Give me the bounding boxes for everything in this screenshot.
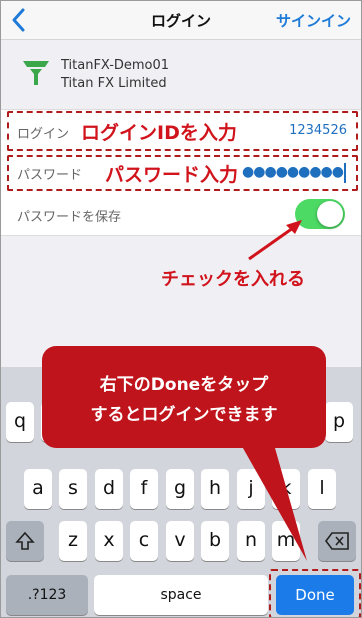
toggle-knob	[317, 201, 343, 227]
key-a[interactable]: a	[24, 469, 52, 509]
account-company: Titan FX Limited	[61, 76, 167, 91]
key-x[interactable]: x	[95, 521, 123, 561]
save-password-toggle[interactable]	[295, 199, 345, 229]
save-password-row: パスワードを保存	[1, 193, 361, 236]
backspace-icon	[325, 532, 349, 550]
login-highlight-box	[7, 111, 358, 151]
key-l[interactable]: l	[308, 469, 336, 509]
key-f[interactable]: f	[130, 469, 158, 509]
backspace-key[interactable]	[318, 521, 356, 561]
titan-logo-icon	[23, 61, 49, 85]
save-password-label: パスワードを保存	[17, 210, 122, 225]
key-d[interactable]: d	[95, 469, 123, 509]
key-q[interactable]: q	[6, 402, 34, 442]
password-highlight-box	[7, 155, 358, 191]
callout-line-1: 右下のDoneをタップ	[99, 375, 269, 395]
account-info: TitanFX-Demo01 Titan FX Limited	[1, 40, 361, 105]
space-key[interactable]: space	[94, 575, 268, 615]
key-k[interactable]: k	[272, 469, 300, 509]
check-hint-annotation: チェックを入れる	[161, 269, 305, 290]
signin-button[interactable]: サインイン	[276, 10, 351, 31]
key-b[interactable]: b	[201, 521, 229, 561]
key-h[interactable]: h	[201, 469, 229, 509]
account-name: TitanFX-Demo01	[61, 58, 170, 73]
key-g[interactable]: g	[166, 469, 194, 509]
done-highlight-box	[269, 569, 361, 617]
key-p[interactable]: p	[325, 402, 353, 442]
callout-line-2: するとログインできます	[90, 405, 278, 425]
key-v[interactable]: v	[166, 521, 194, 561]
numbers-key[interactable]: .?123	[6, 575, 88, 615]
key-z[interactable]: z	[59, 521, 87, 561]
key-c[interactable]: c	[130, 521, 158, 561]
key-n[interactable]: n	[237, 521, 265, 561]
key-j[interactable]: j	[237, 469, 265, 509]
key-m[interactable]: m	[272, 521, 300, 561]
navigation-bar: ログイン サインイン	[1, 1, 361, 40]
shift-icon	[15, 531, 35, 550]
callout-bubble: 右下のDoneをタップ するとログインできます	[42, 346, 326, 448]
key-s[interactable]: s	[59, 469, 87, 509]
shift-key[interactable]	[6, 521, 44, 561]
app-frame: ログイン サインイン TitanFX-Demo01 Titan FX Limit…	[0, 0, 362, 618]
